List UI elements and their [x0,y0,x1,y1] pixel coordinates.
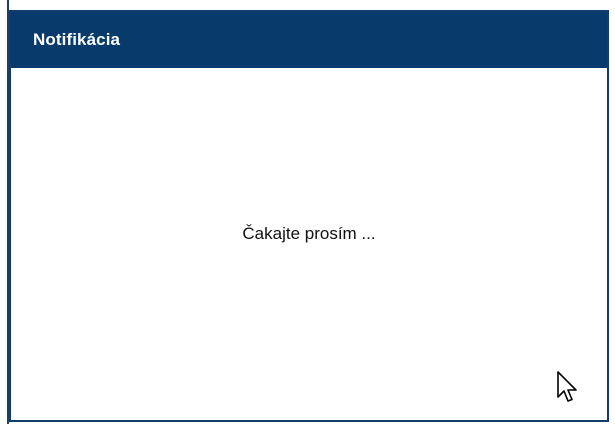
dialog-title: Notifikácia [33,30,121,49]
dialog-title-bar[interactable]: Notifikácia [11,12,607,68]
mouse-pointer-icon [557,371,577,402]
background-window-edge [0,0,9,424]
page-root: Notifikácia Čakajte prosím ... [0,0,615,424]
dialog-content: Čakajte prosím ... [11,68,607,420]
loading-message: Čakajte prosím ... [242,224,376,243]
notification-dialog: Notifikácia Čakajte prosím ... [9,10,609,422]
